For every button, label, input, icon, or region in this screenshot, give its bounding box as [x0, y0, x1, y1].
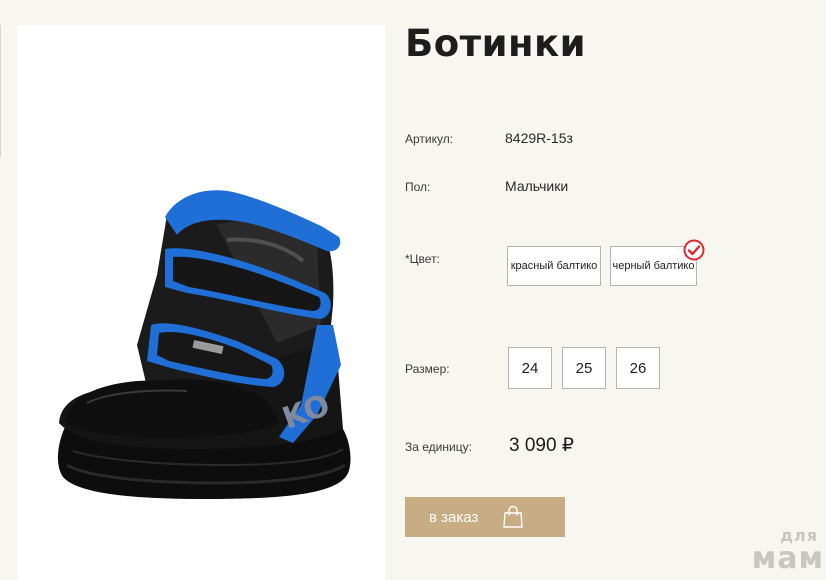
product-image[interactable]: KO	[17, 25, 385, 580]
check-circle-icon	[683, 239, 705, 261]
size-option-25[interactable]: 25	[562, 347, 606, 389]
color-label: *Цвет:	[405, 252, 440, 266]
add-to-order-button[interactable]: в заказ	[405, 497, 565, 537]
price-value: 3 090 ₽	[509, 435, 574, 456]
boot-illustration: KO	[57, 190, 351, 499]
article-value: 8429R-15з	[505, 130, 573, 146]
page-edge-divider	[0, 25, 1, 157]
shopping-bag-icon	[503, 505, 524, 528]
color-option-red-baltico[interactable]: красный балтико	[507, 246, 601, 286]
price-label: За единицу:	[405, 440, 472, 454]
article-label: Артикул:	[405, 132, 454, 146]
add-to-order-label: в заказ	[429, 508, 479, 526]
gender-value: Мальчики	[505, 178, 569, 194]
size-option-24[interactable]: 24	[508, 347, 552, 389]
size-option-26[interactable]: 26	[616, 347, 660, 389]
size-label: Размер:	[405, 362, 450, 376]
page-title: Ботинки	[405, 22, 587, 65]
gender-label: Пол:	[405, 180, 431, 194]
watermark-logo: для мам	[752, 528, 824, 574]
watermark-line2: мам	[751, 541, 824, 576]
